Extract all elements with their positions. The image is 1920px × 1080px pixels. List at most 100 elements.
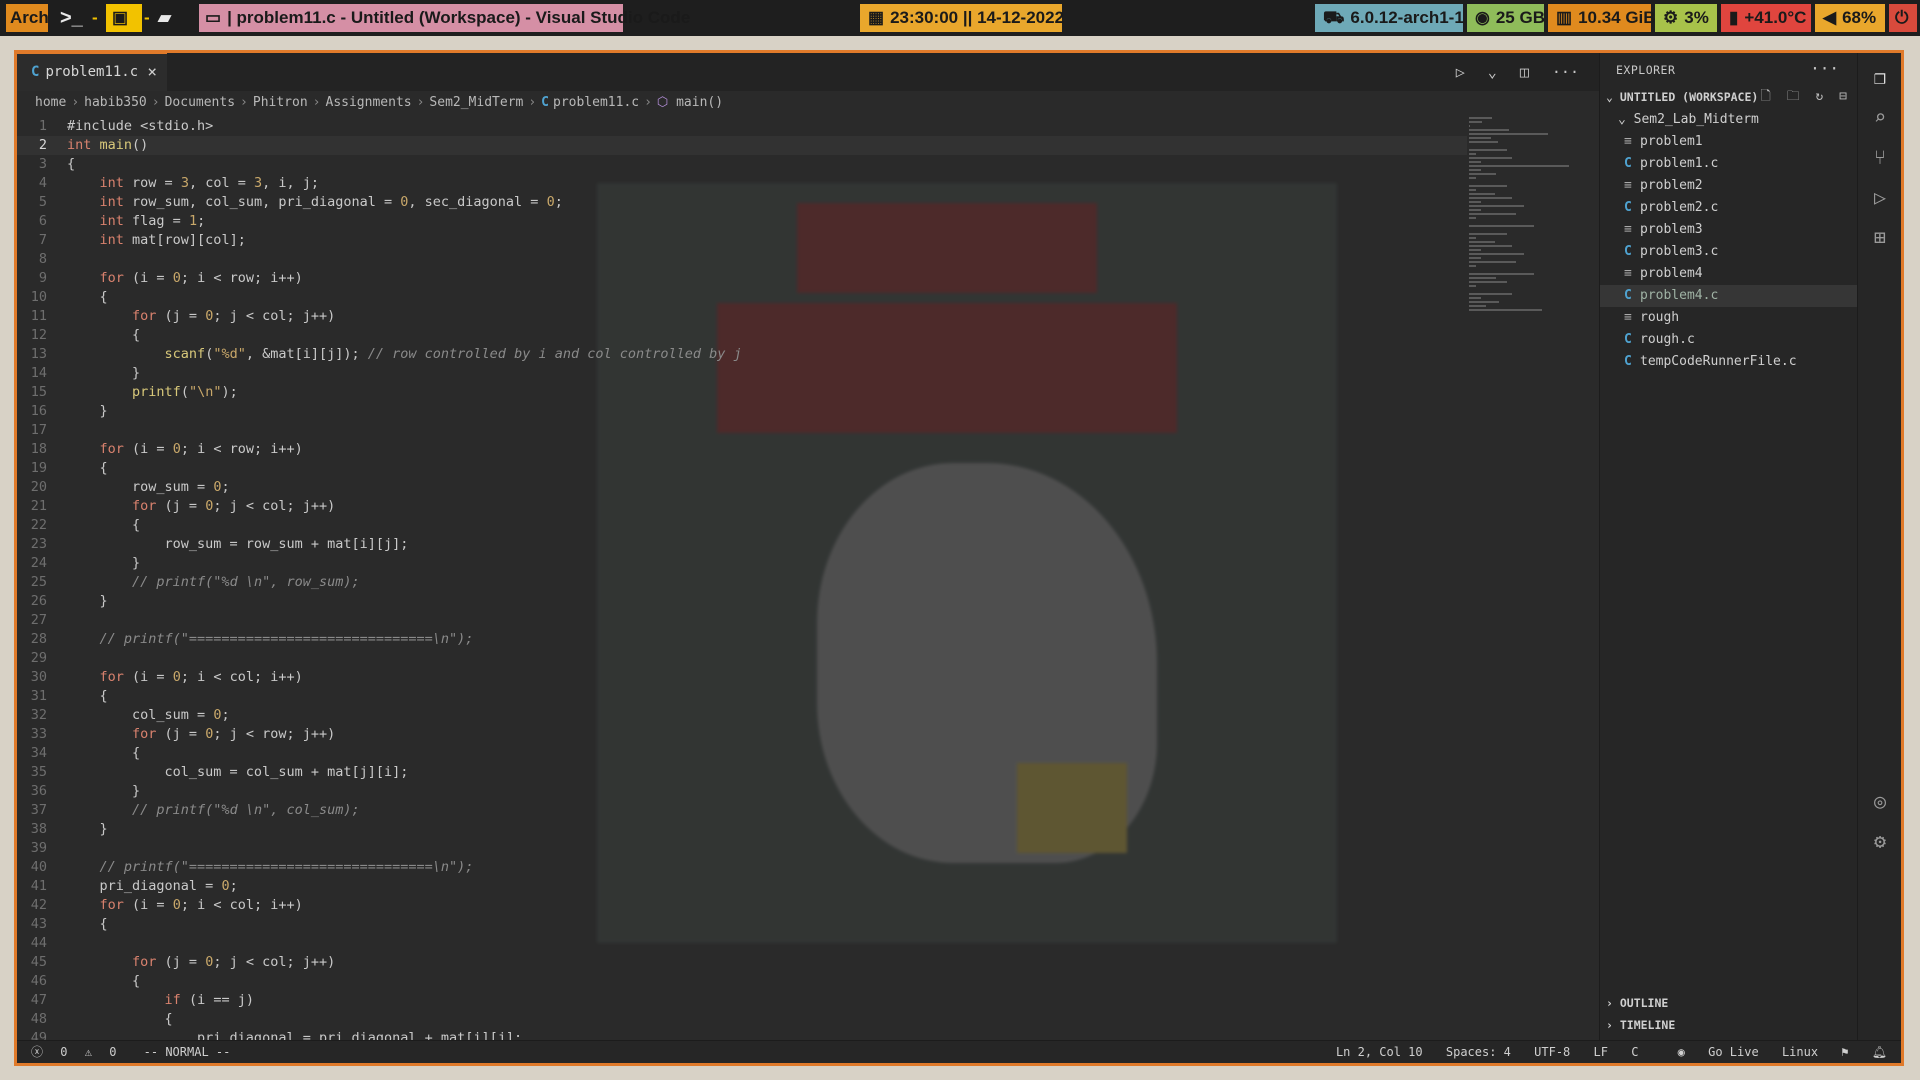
outline-section[interactable]: › OUTLINE <box>1606 996 1668 1010</box>
explorer-files-icon[interactable]: ❐ <box>1858 57 1901 97</box>
file-item[interactable]: Cproblem3.c <box>1600 241 1857 263</box>
code-line[interactable]: 2 int main() <box>17 136 1467 155</box>
close-icon[interactable]: × <box>147 54 157 90</box>
gear-icon[interactable]: ⚙ <box>1858 821 1901 861</box>
workspace-arch-button[interactable]: Arch <box>6 4 49 32</box>
code-line[interactable]: 39 <box>17 839 1467 858</box>
go-live-button[interactable]: ◉ Go Live <box>1662 1045 1759 1059</box>
code-line[interactable]: 23 row_sum = row_sum + mat[i][j]; <box>17 535 1467 554</box>
language-mode[interactable]: C <box>1631 1045 1638 1059</box>
code-line[interactable]: 48 { <box>17 1010 1467 1029</box>
breadcrumb-item[interactable]: Sem2_MidTerm <box>429 95 523 110</box>
extensions-icon[interactable]: ⊞ <box>1858 217 1901 257</box>
code-line[interactable]: 45 for (j = 0; j < col; j++) <box>17 953 1467 972</box>
file-item[interactable]: ≡ problem4 <box>1600 263 1857 285</box>
file-item[interactable]: Cproblem1.c <box>1600 153 1857 175</box>
code-line[interactable]: 13 scanf("%d", &mat[i][j]); // row contr… <box>17 345 1467 364</box>
code-line[interactable]: 20 row_sum = 0; <box>17 478 1467 497</box>
code-line[interactable]: 28 // printf("==========================… <box>17 630 1467 649</box>
volume-widget[interactable]: ◀ 68% <box>1815 4 1885 32</box>
code-line[interactable]: 32 col_sum = 0; <box>17 706 1467 725</box>
code-line[interactable]: 8 <box>17 250 1467 269</box>
code-line[interactable]: 3{ <box>17 155 1467 174</box>
code-line[interactable]: 34 { <box>17 744 1467 763</box>
encoding[interactable]: UTF-8 <box>1534 1045 1570 1059</box>
feedback-icon[interactable]: ⚑ <box>1841 1045 1848 1059</box>
code-line[interactable]: 30 for (i = 0; i < col; i++) <box>17 668 1467 687</box>
more-actions-icon[interactable]: ··· <box>1810 59 1839 78</box>
new-folder-icon[interactable]: 🗀 <box>1787 89 1800 104</box>
breadcrumb-item[interactable]: habib350 <box>84 95 147 110</box>
code-line[interactable]: 4 int row = 3, col = 3, i, j; <box>17 174 1467 193</box>
chevron-down-icon[interactable]: ⌄ <box>1488 63 1497 81</box>
run-icon[interactable]: ▷ <box>1456 63 1465 81</box>
code-line[interactable]: 26 } <box>17 592 1467 611</box>
file-item[interactable]: CtempCodeRunnerFile.c <box>1600 351 1857 373</box>
code-line[interactable]: 19 { <box>17 459 1467 478</box>
split-editor-icon[interactable]: ◫ <box>1520 63 1529 81</box>
code-line[interactable]: 47 if (i == j) <box>17 991 1467 1010</box>
folder-icon[interactable]: ▰ <box>158 4 188 32</box>
code-editor-icon[interactable]: ▣ <box>106 4 142 32</box>
tab-problem11[interactable]: Cproblem11.c × <box>17 53 167 91</box>
code-line[interactable]: 49 pri_diagonal = pri_diagonal + mat[i][… <box>17 1029 1467 1040</box>
file-item[interactable]: Crough.c <box>1600 329 1857 351</box>
accounts-icon[interactable]: ◎ <box>1858 781 1901 821</box>
breadcrumb-item[interactable]: Phitron <box>253 95 308 110</box>
terminal-icon[interactable]: >_ <box>56 4 86 32</box>
problems-indicator[interactable]: ⓧ 0 ⚠ 0 <box>31 1045 126 1059</box>
code-line[interactable]: 42 for (i = 0; i < col; i++) <box>17 896 1467 915</box>
code-line[interactable]: 10 { <box>17 288 1467 307</box>
code-line[interactable]: 29 <box>17 649 1467 668</box>
code-line[interactable]: 14 } <box>17 364 1467 383</box>
search-icon[interactable]: ⌕ <box>1858 97 1901 137</box>
breadcrumb-item[interactable]: Assignments <box>326 95 412 110</box>
minimap[interactable] <box>1469 117 1579 311</box>
code-line[interactable]: 40 // printf("==========================… <box>17 858 1467 877</box>
file-item[interactable]: ≡ rough <box>1600 307 1857 329</box>
code-line[interactable]: 15 printf("\n"); <box>17 383 1467 402</box>
file-item[interactable]: ≡ problem3 <box>1600 219 1857 241</box>
code-editor[interactable]: 1 #include <stdio.h> 2 int main() 3{4 int ro… <box>17 117 1467 1040</box>
end-of-line[interactable]: LF <box>1594 1045 1608 1059</box>
refresh-icon[interactable]: ↻ <box>1816 89 1824 104</box>
file-item[interactable]: Cproblem4.c <box>1600 285 1857 307</box>
breadcrumb-item[interactable]: Documents <box>165 95 235 110</box>
source-control-icon[interactable]: ⑂ <box>1858 137 1901 177</box>
indentation[interactable]: Spaces: 4 <box>1446 1045 1511 1059</box>
code-line[interactable]: 37 // printf("%d \n", col_sum); <box>17 801 1467 820</box>
code-line[interactable]: 11 for (j = 0; j < col; j++) <box>17 307 1467 326</box>
code-line[interactable]: 27 <box>17 611 1467 630</box>
cursor-position[interactable]: Ln 2, Col 10 <box>1336 1045 1423 1059</box>
code-line[interactable]: 36 } <box>17 782 1467 801</box>
file-item[interactable]: ≡ problem2 <box>1600 175 1857 197</box>
bell-icon[interactable]: 🔔︎ <box>1872 1045 1887 1059</box>
code-line[interactable]: 22 { <box>17 516 1467 535</box>
code-line[interactable]: 12 { <box>17 326 1467 345</box>
breadcrumb-item[interactable]: home <box>35 95 66 110</box>
workspace-section[interactable]: ⌄ UNTITLED (WORKSPACE) <box>1606 87 1758 107</box>
code-line[interactable]: 43 { <box>17 915 1467 934</box>
folder-sem2-lab-midterm[interactable]: ⌄ Sem2_Lab_Midterm <box>1618 109 1759 131</box>
code-line[interactable]: 46 { <box>17 972 1467 991</box>
file-item[interactable]: ≡ problem1 <box>1600 131 1857 153</box>
breadcrumb-item[interactable]: problem11.c <box>553 95 639 110</box>
code-line[interactable]: 44 <box>17 934 1467 953</box>
code-line[interactable]: 5 int row_sum, col_sum, pri_diagonal = 0… <box>17 193 1467 212</box>
code-line[interactable]: 7 int mat[row][col]; <box>17 231 1467 250</box>
power-button[interactable]: ⏻ <box>1889 4 1917 32</box>
code-line[interactable]: 16 } <box>17 402 1467 421</box>
file-item[interactable]: Cproblem2.c <box>1600 197 1857 219</box>
code-line[interactable]: 17 <box>17 421 1467 440</box>
code-line[interactable]: 33 for (j = 0; j < row; j++) <box>17 725 1467 744</box>
code-line[interactable]: 35 col_sum = col_sum + mat[j][i]; <box>17 763 1467 782</box>
run-debug-icon[interactable]: ▷ <box>1858 177 1901 217</box>
breadcrumb-item[interactable]: main() <box>676 95 723 110</box>
code-line[interactable]: 24 } <box>17 554 1467 573</box>
code-line[interactable]: 25 // printf("%d \n", row_sum); <box>17 573 1467 592</box>
code-line[interactable]: 6 int flag = 1; <box>17 212 1467 231</box>
new-file-icon[interactable]: 🗋 <box>1760 89 1770 104</box>
code-line[interactable]: 31 { <box>17 687 1467 706</box>
code-line[interactable]: 1 #include <stdio.h> <box>17 117 1467 136</box>
code-line[interactable]: 21 for (j = 0; j < col; j++) <box>17 497 1467 516</box>
